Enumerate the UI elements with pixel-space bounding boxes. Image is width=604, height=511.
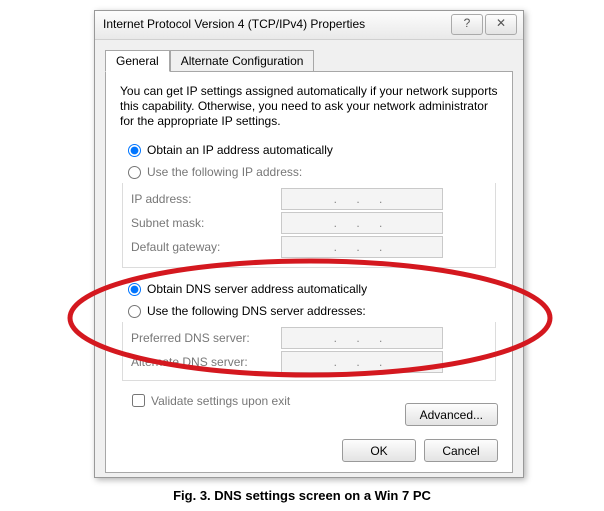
cancel-button[interactable]: Cancel [424,439,498,462]
close-button[interactable]: ✕ [485,14,517,35]
alternate-dns-label: Alternate DNS server: [131,355,281,369]
ok-button[interactable]: OK [342,439,416,462]
tab-alternate-configuration[interactable]: Alternate Configuration [170,50,315,72]
figure-caption: Fig. 3. DNS settings screen on a Win 7 P… [0,488,604,503]
tab-general[interactable]: General [105,50,170,72]
radio-ip-manual[interactable] [128,166,141,179]
dialog-ipv4-properties: Internet Protocol Version 4 (TCP/IPv4) P… [94,10,524,478]
default-gateway-input: . . . [281,236,443,258]
radio-ip-manual-label: Use the following IP address: [147,165,302,179]
advanced-button[interactable]: Advanced... [405,403,498,426]
ip-address-label: IP address: [131,192,281,206]
description-text: You can get IP settings assigned automat… [120,84,498,129]
subnet-mask-label: Subnet mask: [131,216,281,230]
radio-row-ip-manual: Use the following IP address: [120,161,498,183]
validate-settings-label: Validate settings upon exit [151,394,290,408]
ip-address-input: . . . [281,188,443,210]
preferred-dns-input: . . . [281,327,443,349]
radio-ip-auto[interactable] [128,144,141,157]
radio-ip-auto-label: Obtain an IP address automatically [147,143,333,157]
preferred-dns-label: Preferred DNS server: [131,331,281,345]
radio-dns-manual-label: Use the following DNS server addresses: [147,304,366,318]
radio-row-dns-auto: Obtain DNS server address automatically [120,278,498,300]
tab-panel-general: You can get IP settings assigned automat… [105,71,513,473]
help-icon: ? [464,16,471,30]
checkbox-validate-settings[interactable] [132,394,145,407]
alternate-dns-input: . . . [281,351,443,373]
radio-dns-auto[interactable] [128,283,141,296]
radio-dns-manual[interactable] [128,305,141,318]
help-button[interactable]: ? [451,14,483,35]
group-ip-fields: IP address:. . . Subnet mask:. . . Defau… [122,183,496,268]
window-title: Internet Protocol Version 4 (TCP/IPv4) P… [103,17,365,31]
close-icon: ✕ [496,16,506,30]
group-dns-fields: Preferred DNS server:. . . Alternate DNS… [122,322,496,381]
titlebar: Internet Protocol Version 4 (TCP/IPv4) P… [95,11,523,40]
radio-row-ip-auto: Obtain an IP address automatically [120,139,498,161]
tab-strip: GeneralAlternate Configuration [105,49,513,71]
radio-row-dns-manual: Use the following DNS server addresses: [120,300,498,322]
radio-dns-auto-label: Obtain DNS server address automatically [147,282,367,296]
default-gateway-label: Default gateway: [131,240,281,254]
subnet-mask-input: . . . [281,212,443,234]
